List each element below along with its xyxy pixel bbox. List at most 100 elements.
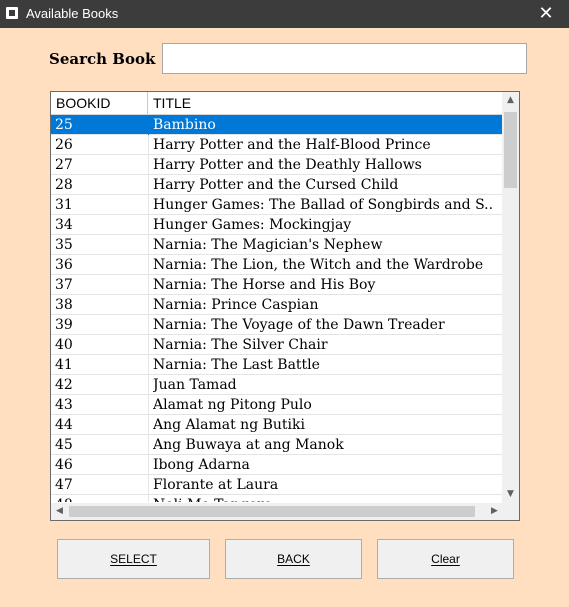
- column-divider: [148, 155, 149, 175]
- window-title: Available Books: [26, 6, 119, 21]
- list-item[interactable]: 46 Ibong Adarna: [51, 455, 503, 475]
- list-item[interactable]: 44 Ang Alamat ng Butiki: [51, 415, 503, 435]
- list-item[interactable]: 37 Narnia: The Horse and His Boy: [51, 275, 503, 295]
- book-title-cell: Harry Potter and the Cursed Child: [153, 177, 399, 193]
- column-divider: [148, 175, 149, 195]
- list-item[interactable]: 31 Hunger Games: The Ballad of Songbirds …: [51, 195, 503, 215]
- app-icon: [6, 7, 18, 19]
- book-title-cell: Noli Me Tangere: [153, 495, 501, 502]
- scroll-right-icon[interactable]: ▶: [486, 503, 503, 520]
- scroll-down-icon[interactable]: ▼: [502, 486, 519, 503]
- book-title-cell: Narnia: The Silver Chair: [153, 337, 328, 353]
- book-id-cell: 43: [55, 397, 73, 413]
- list-item[interactable]: 40 Narnia: The Silver Chair: [51, 335, 503, 355]
- list-item[interactable]: 28 Harry Potter and the Cursed Child: [51, 175, 503, 195]
- book-id-cell: 35: [55, 237, 73, 253]
- book-id-cell: 37: [55, 277, 73, 293]
- book-title-cell: Narnia: The Last Battle: [153, 357, 320, 373]
- book-title-cell: Narnia: The Horse and His Boy: [153, 277, 376, 293]
- book-title-cell: Harry Potter and the Deathly Hallows: [153, 157, 422, 173]
- book-id-cell: 45: [55, 437, 73, 453]
- column-divider: [148, 455, 149, 475]
- list-header: BOOKID TITLE: [51, 92, 503, 115]
- book-id-cell: 47: [55, 477, 73, 493]
- back-button[interactable]: BACK: [225, 539, 362, 579]
- title-bar: Available Books ✕: [0, 0, 569, 28]
- column-divider: [148, 495, 149, 502]
- list-item[interactable]: 34 Hunger Games: Mockingjay: [51, 215, 503, 235]
- list-item[interactable]: 45 Ang Buwaya at ang Manok: [51, 435, 503, 455]
- book-title-cell: Hunger Games: Mockingjay: [153, 217, 352, 233]
- column-header-title[interactable]: TITLE: [148, 92, 503, 114]
- book-id-cell: 41: [55, 357, 73, 373]
- search-book-input[interactable]: [162, 43, 527, 74]
- column-divider: [148, 235, 149, 255]
- book-id-cell: 46: [55, 457, 73, 473]
- book-title-cell: Ang Alamat ng Butiki: [153, 417, 305, 433]
- book-id-cell: 44: [55, 417, 73, 433]
- book-title-cell: Florante at Laura: [153, 477, 279, 493]
- book-title-cell: Narnia: The Lion, the Witch and the Ward…: [153, 257, 484, 273]
- column-divider: [148, 355, 149, 375]
- scrollbar-corner: [502, 503, 519, 520]
- book-id-cell: 31: [55, 197, 73, 213]
- list-item[interactable]: 36 Narnia: The Lion, the Witch and the Wa…: [51, 255, 503, 275]
- column-divider: [148, 115, 149, 135]
- book-id-cell: 40: [55, 337, 73, 353]
- search-book-label: Search Book: [49, 50, 156, 68]
- book-id-cell: 25: [55, 117, 73, 133]
- column-divider: [148, 435, 149, 455]
- column-divider: [148, 215, 149, 235]
- column-divider: [148, 415, 149, 435]
- list-item[interactable]: 39 Narnia: The Voyage of the Dawn Treader: [51, 315, 503, 335]
- list-item[interactable]: 48 Noli Me Tangere: [51, 495, 503, 502]
- list-item[interactable]: 27 Harry Potter and the Deathly Hallows: [51, 155, 503, 175]
- column-divider: [148, 335, 149, 355]
- column-header-bookid[interactable]: BOOKID: [51, 92, 148, 114]
- list-item[interactable]: 38 Narnia: Prince Caspian: [51, 295, 503, 315]
- book-title-cell: Narnia: The Voyage of the Dawn Treader: [153, 317, 445, 333]
- book-title-cell: Alamat ng Pitong Pulo: [153, 397, 312, 413]
- book-id-cell: 26: [55, 137, 73, 153]
- scroll-up-icon[interactable]: ▲: [502, 92, 519, 109]
- list-item[interactable]: 25 Bambino: [51, 115, 503, 135]
- clear-button[interactable]: Clear: [377, 539, 514, 579]
- column-divider: [148, 295, 149, 315]
- book-title-cell: Harry Potter and the Half-Blood Prince: [153, 137, 431, 153]
- list-item[interactable]: 42 Juan Tamad: [51, 375, 503, 395]
- column-divider: [148, 315, 149, 335]
- column-divider: [148, 395, 149, 415]
- list-rows: 25 Bambino 26 Harry Potter and the Half-Blo…: [51, 115, 503, 502]
- list-item[interactable]: 43 Alamat ng Pitong Pulo: [51, 395, 503, 415]
- horizontal-scrollbar[interactable]: ◀ ▶: [51, 503, 503, 520]
- select-button-label: SELECT: [110, 552, 157, 566]
- book-id-cell: 39: [55, 317, 73, 333]
- book-title-cell: Hunger Games: The Ballad of Songbirds an…: [153, 197, 494, 213]
- clear-button-label: Clear: [431, 552, 460, 566]
- list-item[interactable]: 41 Narnia: The Last Battle: [51, 355, 503, 375]
- book-id-cell: 48: [55, 495, 145, 502]
- book-title-cell: Ang Buwaya at ang Manok: [153, 437, 344, 453]
- book-id-cell: 38: [55, 297, 73, 313]
- book-title-cell: Ibong Adarna: [153, 457, 250, 473]
- column-divider: [148, 135, 149, 155]
- list-item[interactable]: 47 Florante at Laura: [51, 475, 503, 495]
- book-id-cell: 27: [55, 157, 73, 173]
- horizontal-scroll-thumb[interactable]: [69, 506, 475, 517]
- list-item[interactable]: 35 Narnia: The Magician's Nephew: [51, 235, 503, 255]
- book-title-cell: Juan Tamad: [153, 377, 237, 393]
- vertical-scrollbar[interactable]: ▲ ▼: [502, 92, 519, 503]
- book-title-cell: Bambino: [153, 117, 216, 133]
- close-icon[interactable]: ✕: [523, 0, 569, 28]
- scroll-left-icon[interactable]: ◀: [51, 503, 68, 520]
- book-id-cell: 36: [55, 257, 73, 273]
- book-title-cell: Narnia: Prince Caspian: [153, 297, 319, 313]
- book-title-cell: Narnia: The Magician's Nephew: [153, 237, 383, 253]
- column-divider: [148, 275, 149, 295]
- list-item[interactable]: 26 Harry Potter and the Half-Blood Prince: [51, 135, 503, 155]
- vertical-scroll-thumb[interactable]: [504, 112, 517, 188]
- books-list[interactable]: BOOKID TITLE 25 Bambino 26 Harry Potter and…: [50, 91, 520, 521]
- column-divider: [148, 195, 149, 215]
- select-button[interactable]: SELECT: [57, 539, 210, 579]
- book-id-cell: 28: [55, 177, 73, 193]
